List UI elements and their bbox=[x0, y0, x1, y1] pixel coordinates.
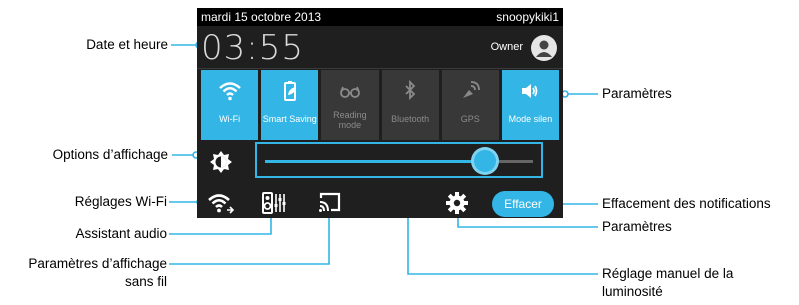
callout-date-time: Date et heure bbox=[86, 37, 168, 52]
clear-notifications-button[interactable]: Effacer bbox=[492, 191, 554, 217]
user-icon bbox=[536, 40, 552, 57]
callout-audio-wizard: Assistant audio bbox=[75, 226, 167, 241]
tile-smart-saving[interactable]: Smart Saving bbox=[261, 70, 319, 140]
callout-display-options: Options d’affichage bbox=[52, 147, 168, 162]
quick-tiles: Wi-Fi Smart Saving Reading mode Bluetoot… bbox=[201, 70, 560, 140]
battery-leaf-icon bbox=[283, 81, 296, 101]
sound-icon bbox=[522, 84, 538, 98]
status-bar: mardi 15 octobre 2013 snoopykiki1 bbox=[197, 8, 563, 26]
brightness-thumb[interactable] bbox=[473, 150, 496, 172]
quick-settings-panel: mardi 15 octobre 2013 snoopykiki1 03:55 … bbox=[197, 8, 563, 218]
avatar[interactable] bbox=[531, 35, 557, 61]
gps-icon bbox=[463, 81, 481, 98]
tile-silent-mode[interactable]: Mode silen bbox=[501, 70, 560, 140]
tile-label: Bluetooth bbox=[391, 114, 430, 124]
wifi-settings-icon[interactable] bbox=[207, 191, 235, 215]
divider bbox=[197, 68, 563, 69]
audio-wizard-icon[interactable] bbox=[261, 191, 286, 215]
callout-settings-bottom: Paramètres bbox=[602, 219, 672, 234]
owner-label[interactable]: Owner bbox=[491, 41, 523, 53]
brightness-slider[interactable] bbox=[255, 142, 543, 178]
display-options-icon[interactable] bbox=[209, 150, 233, 174]
callout-brightness-line1: Réglage manuel de la bbox=[602, 266, 734, 281]
tile-label: Wi-Fi bbox=[219, 114, 241, 124]
status-user: snoopykiki1 bbox=[496, 10, 559, 24]
tile-bluetooth[interactable]: Bluetooth bbox=[381, 70, 439, 140]
tile-reading-mode[interactable]: Reading mode bbox=[321, 70, 379, 140]
wifi-icon bbox=[218, 82, 241, 101]
wireless-display-icon[interactable] bbox=[317, 191, 341, 215]
tile-gps[interactable]: GPS bbox=[441, 70, 499, 140]
glasses-icon bbox=[340, 86, 360, 98]
callout-wireless-display-line2: sans fil bbox=[124, 274, 167, 289]
tile-label: Mode silen bbox=[508, 114, 553, 124]
callout-wifi-settings: Réglages Wi-Fi bbox=[74, 194, 167, 209]
callout-brightness-line2: luminosité bbox=[602, 284, 663, 299]
status-date: mardi 15 octobre 2013 bbox=[201, 10, 322, 24]
tile-wifi[interactable]: Wi-Fi bbox=[201, 70, 259, 140]
bluetooth-icon bbox=[405, 79, 416, 101]
clock: 03:55 bbox=[201, 28, 304, 68]
settings-gear-icon[interactable] bbox=[445, 191, 469, 215]
callout-settings-top: Paramètres bbox=[602, 86, 672, 101]
callout-clear-notifications: Effacement des notifications bbox=[602, 196, 771, 211]
tile-label: Smart Saving bbox=[262, 114, 317, 124]
tile-label: Reading mode bbox=[333, 110, 367, 130]
callout-wireless-display-line1: Paramètres d’affichage bbox=[28, 256, 167, 271]
tile-label: GPS bbox=[460, 114, 480, 124]
brightness-track-fill bbox=[265, 160, 485, 163]
